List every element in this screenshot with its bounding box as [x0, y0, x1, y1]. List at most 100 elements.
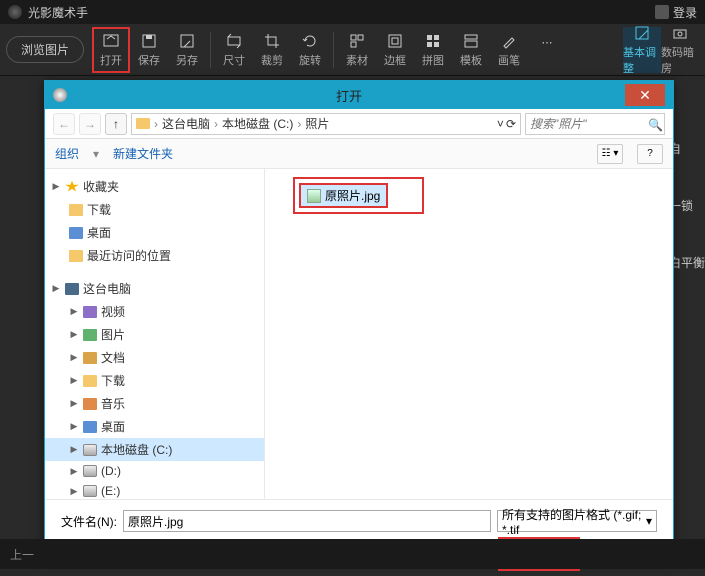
- filename-input[interactable]: [123, 510, 491, 532]
- refresh-icon[interactable]: ⟳: [506, 117, 516, 131]
- app-title: 光影魔术手: [28, 4, 88, 21]
- nav-back-button[interactable]: ←: [53, 113, 75, 135]
- video-icon: [83, 306, 97, 318]
- document-icon: [83, 352, 97, 364]
- tree-desktop2[interactable]: ▶桌面: [45, 415, 264, 438]
- tree-ddrive[interactable]: ▶(D:): [45, 461, 264, 481]
- disk-icon: [83, 444, 97, 456]
- toolbar-more[interactable]: ⋯: [528, 27, 566, 73]
- right-panel: 自 一锁 白平衡: [669, 140, 705, 271]
- recent-icon: [69, 250, 83, 262]
- toolbar-template[interactable]: 模板: [452, 27, 490, 73]
- crop-icon: [263, 32, 281, 50]
- crumb-cdrive[interactable]: 本地磁盘 (C:): [222, 115, 293, 132]
- tree-documents[interactable]: ▶文档: [45, 346, 264, 369]
- folder-icon: [136, 118, 150, 129]
- toolbar-border[interactable]: 边框: [376, 27, 414, 73]
- search-icon: 🔍: [648, 118, 660, 130]
- tree-downloads[interactable]: 下载: [45, 198, 264, 221]
- tree-pictures[interactable]: ▶图片: [45, 323, 264, 346]
- disk-icon: [83, 485, 97, 497]
- tree-computer[interactable]: ▶这台电脑: [45, 277, 264, 300]
- file-filter-select[interactable]: 所有支持的图片格式 (*.gif; *.tif ▾: [497, 510, 657, 532]
- close-button[interactable]: ✕: [625, 84, 665, 106]
- new-folder-button[interactable]: 新建文件夹: [113, 145, 173, 162]
- toolbar-open-label: 打开: [100, 52, 122, 68]
- toolbar-saveas[interactable]: 另存: [168, 27, 206, 73]
- tree-recent[interactable]: 最近访问的位置: [45, 244, 264, 267]
- image-icon: [83, 329, 97, 341]
- crumb-computer[interactable]: 这台电脑: [162, 115, 210, 132]
- avatar-icon: [655, 5, 669, 19]
- view-mode-button[interactable]: ☷ ▾: [597, 144, 623, 164]
- label-whitebalance: 白平衡: [669, 254, 705, 271]
- toolbar-open[interactable]: 打开: [92, 27, 130, 73]
- assets-icon: [348, 32, 366, 50]
- chevron-right-icon: ›: [297, 117, 301, 131]
- folder-icon: [69, 204, 83, 216]
- dialog-toolbar: 组织 ▾ 新建文件夹 ☷ ▾ ?: [45, 139, 673, 169]
- tree-edrive[interactable]: ▶(E:): [45, 481, 264, 499]
- toolbar-save[interactable]: 保存: [130, 27, 168, 73]
- dialog-nav: ← → ↑ › 这台电脑 › 本地磁盘 (C:) › 照片 ˅ ⟳ 🔍: [45, 109, 673, 139]
- desktop-icon: [69, 227, 83, 239]
- toolbar-brush[interactable]: 画笔: [490, 27, 528, 73]
- login-button[interactable]: 登录: [655, 4, 697, 21]
- search-box[interactable]: 🔍: [525, 113, 665, 135]
- app-titlebar: 光影魔术手 登录: [0, 0, 705, 24]
- tree-music[interactable]: ▶音乐: [45, 392, 264, 415]
- brush-icon: [500, 32, 518, 50]
- app-icon: [8, 5, 22, 19]
- tree-favorites[interactable]: ▶收藏夹: [45, 175, 264, 198]
- saveas-icon: [178, 32, 196, 50]
- toolbar-crop[interactable]: 裁剪: [253, 27, 291, 73]
- toolbar-collage[interactable]: 拼图: [414, 27, 452, 73]
- toolbar-rotate[interactable]: 旋转: [291, 27, 329, 73]
- tree-desktop[interactable]: 桌面: [45, 221, 264, 244]
- filename-label: 文件名(N):: [61, 513, 117, 530]
- more-icon: ⋯: [538, 34, 556, 52]
- nav-forward-button[interactable]: →: [79, 113, 101, 135]
- star-icon: [65, 181, 79, 193]
- nav-tree[interactable]: ▶收藏夹 下载 桌面 最近访问的位置 ▶这台电脑 ▶视频 ▶图片 ▶文档 ▶下载…: [45, 169, 265, 499]
- chevron-down-icon: ▾: [646, 514, 652, 528]
- file-name: 原照片.jpg: [325, 187, 380, 204]
- computer-icon: [65, 283, 79, 295]
- label-auto: 自: [669, 140, 705, 157]
- open-dialog: 打开 ✕ ← → ↑ › 这台电脑 › 本地磁盘 (C:) › 照片 ˅ ⟳ 🔍…: [44, 80, 674, 560]
- browse-button[interactable]: 浏览图片: [6, 36, 84, 63]
- label-oneclick: 一锁: [669, 197, 705, 214]
- chevron-right-icon: ›: [214, 117, 218, 131]
- dialog-titlebar: 打开 ✕: [45, 81, 673, 109]
- organize-button[interactable]: 组织: [55, 145, 79, 162]
- file-item[interactable]: 原照片.jpg: [299, 183, 388, 208]
- filter-value: 所有支持的图片格式 (*.gif; *.tif: [502, 506, 646, 537]
- toolbar-basic-adjust[interactable]: 基本调整: [623, 27, 661, 73]
- open-icon: [102, 32, 120, 50]
- toolbar-assets[interactable]: 素材: [338, 27, 376, 73]
- help-button[interactable]: ?: [637, 144, 663, 164]
- tree-downloads2[interactable]: ▶下载: [45, 369, 264, 392]
- collage-icon: [424, 32, 442, 50]
- adjust-icon: [633, 24, 651, 42]
- file-list[interactable]: 原照片.jpg: [265, 169, 673, 499]
- toolbar-size[interactable]: 尺寸: [215, 27, 253, 73]
- status-bar: 上一: [0, 539, 705, 569]
- dialog-icon: [53, 88, 67, 102]
- chevron-down-icon[interactable]: ˅: [497, 117, 504, 131]
- toolbar-darkroom[interactable]: 数码暗房: [661, 27, 699, 73]
- tree-videos[interactable]: ▶视频: [45, 300, 264, 323]
- save-icon: [140, 32, 158, 50]
- tree-cdrive[interactable]: ▶本地磁盘 (C:): [45, 438, 264, 461]
- login-label: 登录: [673, 4, 697, 21]
- breadcrumb[interactable]: › 这台电脑 › 本地磁盘 (C:) › 照片 ˅ ⟳: [131, 113, 521, 135]
- size-icon: [225, 32, 243, 50]
- prev-button[interactable]: 上一: [10, 546, 34, 563]
- dialog-title: 打开: [73, 86, 625, 105]
- desktop-icon: [83, 421, 97, 433]
- search-input[interactable]: [530, 117, 648, 131]
- crumb-folder[interactable]: 照片: [305, 115, 329, 132]
- nav-up-button[interactable]: ↑: [105, 113, 127, 135]
- camera-icon: [671, 24, 689, 42]
- disk-icon: [83, 465, 97, 477]
